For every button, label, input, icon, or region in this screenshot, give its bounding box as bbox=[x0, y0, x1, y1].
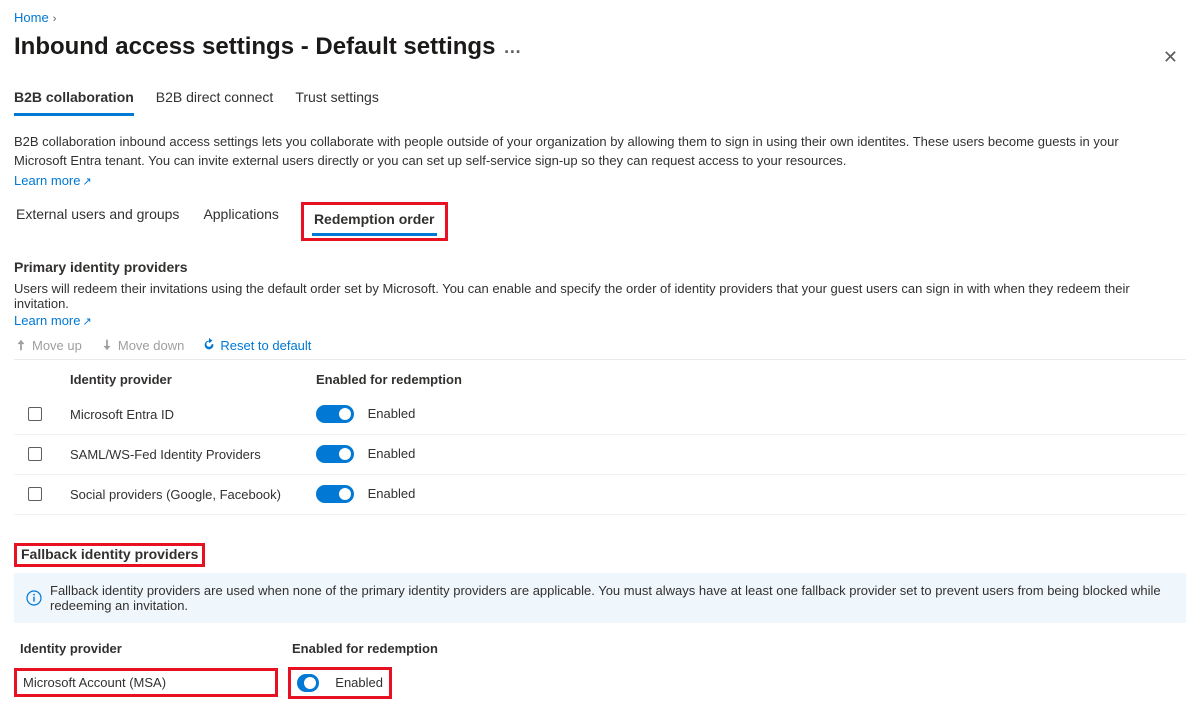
page-title: Inbound access settings - Default settin… bbox=[14, 33, 523, 61]
tab-redemption-order[interactable]: Redemption order bbox=[312, 207, 437, 236]
fallback-table-header: Identity provider Enabled for redemption bbox=[14, 641, 1186, 662]
tab-b2b-collaboration[interactable]: B2B collaboration bbox=[14, 85, 134, 116]
toggle-label: Enabled bbox=[368, 446, 416, 461]
primary-heading: Primary identity providers bbox=[14, 259, 1186, 275]
primary-learn-more-link[interactable]: Learn more↗ bbox=[14, 313, 92, 328]
breadcrumb-home[interactable]: Home bbox=[14, 10, 49, 25]
external-link-icon: ↗ bbox=[82, 176, 91, 188]
table-row: Social providers (Google, Facebook) Enab… bbox=[14, 475, 1186, 515]
reset-button[interactable]: Reset to default bbox=[202, 338, 311, 353]
table-row: Microsoft Entra ID Enabled bbox=[14, 395, 1186, 435]
more-icon[interactable]: … bbox=[503, 37, 523, 57]
enabled-toggle[interactable] bbox=[316, 485, 354, 503]
tab-external-users[interactable]: External users and groups bbox=[14, 202, 181, 228]
primary-table-header: Identity provider Enabled for redemption bbox=[14, 360, 1186, 395]
info-banner: Fallback identity providers are used whe… bbox=[14, 573, 1186, 623]
provider-name: SAML/WS-Fed Identity Providers bbox=[70, 447, 316, 462]
page-description: B2B collaboration inbound access setting… bbox=[14, 133, 1169, 171]
refresh-icon bbox=[202, 338, 216, 352]
toggle-label: Enabled bbox=[368, 486, 416, 501]
fallback-row: Microsoft Account (MSA) Enabled bbox=[14, 662, 1186, 704]
provider-name: Microsoft Entra ID bbox=[70, 407, 316, 422]
table-row: SAML/WS-Fed Identity Providers Enabled bbox=[14, 435, 1186, 475]
sub-tabs: External users and groups Applications R… bbox=[14, 202, 1186, 241]
external-link-icon: ↗ bbox=[82, 316, 91, 328]
arrow-down-icon bbox=[100, 338, 114, 352]
info-icon bbox=[26, 590, 42, 606]
row-checkbox[interactable] bbox=[28, 407, 42, 421]
fallback-heading: Fallback identity providers bbox=[21, 546, 198, 562]
enabled-toggle[interactable] bbox=[316, 405, 354, 423]
arrow-up-icon bbox=[14, 338, 28, 352]
row-checkbox[interactable] bbox=[28, 447, 42, 461]
fallback-provider-name: Microsoft Account (MSA) bbox=[14, 668, 278, 697]
provider-name: Social providers (Google, Facebook) bbox=[70, 487, 316, 502]
learn-more-link[interactable]: Learn more↗ bbox=[14, 173, 92, 188]
move-up-button[interactable]: Move up bbox=[14, 338, 82, 353]
toggle-label: Enabled bbox=[368, 406, 416, 421]
move-down-button[interactable]: Move down bbox=[100, 338, 184, 353]
toggle-label: Enabled bbox=[335, 675, 383, 690]
close-icon[interactable]: ✕ bbox=[1155, 43, 1186, 72]
chevron-right-icon: › bbox=[53, 13, 57, 25]
tab-applications[interactable]: Applications bbox=[201, 202, 281, 228]
enabled-toggle[interactable] bbox=[316, 445, 354, 463]
top-tabs: B2B collaboration B2B direct connect Tru… bbox=[14, 85, 1186, 117]
tab-trust-settings[interactable]: Trust settings bbox=[295, 85, 379, 116]
row-checkbox[interactable] bbox=[28, 487, 42, 501]
tab-b2b-direct-connect[interactable]: B2B direct connect bbox=[156, 85, 274, 116]
primary-description: Users will redeem their invitations usin… bbox=[14, 281, 1186, 311]
enabled-toggle[interactable] bbox=[297, 674, 319, 692]
